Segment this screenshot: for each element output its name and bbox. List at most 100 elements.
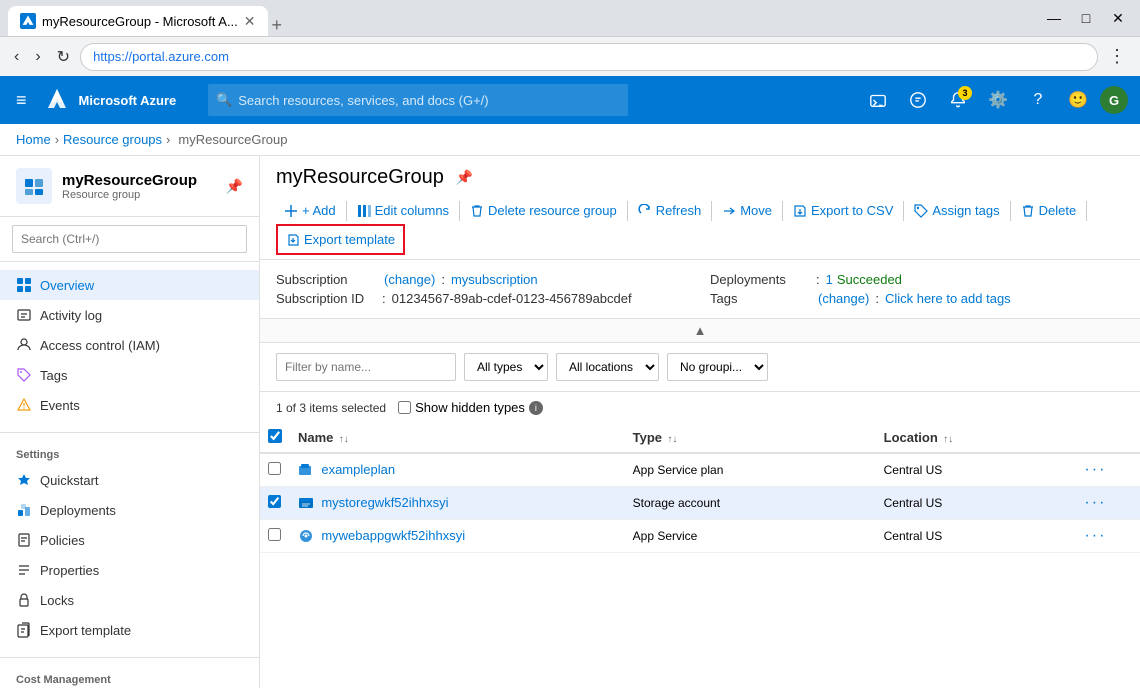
select-all-checkbox[interactable] (268, 429, 282, 443)
hidden-types-info-icon[interactable]: i (529, 401, 543, 415)
close-button[interactable]: ✕ (1104, 4, 1132, 32)
page-title: myResourceGroup (276, 166, 444, 189)
settings-icon[interactable]: ⚙️ (980, 82, 1016, 118)
items-count: 1 of 3 items selected (276, 401, 386, 415)
forward-button[interactable]: › (29, 44, 46, 70)
row1-more-actions[interactable]: ··· (1084, 461, 1106, 478)
tags-label: Tags (710, 291, 810, 306)
type-filter-select[interactable]: All types (464, 353, 548, 381)
sidebar-item-locks[interactable]: Locks (0, 585, 259, 615)
sidebar-search-input[interactable] (12, 225, 247, 253)
deployments-count[interactable]: 1 (826, 272, 833, 287)
name-column-header: Name ↑↓ (290, 423, 625, 453)
sidebar-tags-label: Tags (40, 368, 67, 383)
browser-menu-button[interactable]: ⋮ (1102, 42, 1132, 71)
tab-close-btn[interactable]: ✕ (244, 13, 256, 30)
search-input[interactable] (208, 84, 628, 116)
topbar-icons: 3 ⚙️ ? 🙂 G (860, 82, 1128, 118)
location-filter-select[interactable]: All locations (556, 353, 659, 381)
sidebar-item-events[interactable]: Events (0, 390, 259, 420)
new-tab-button[interactable]: + (268, 15, 287, 36)
tags-change[interactable]: (change) (818, 291, 869, 306)
pin-button[interactable]: 📌 (456, 169, 473, 186)
resource-info-section: Subscription (change) : mysubscription D… (260, 260, 1140, 319)
subscription-id-value: 01234567-89ab-cdef-0123-456789abcdef (392, 291, 632, 306)
sidebar-item-policies[interactable]: Policies (0, 525, 259, 555)
row1-name-link[interactable]: exampleplan (321, 462, 395, 477)
show-hidden-checkbox[interactable] (398, 401, 411, 414)
sidebar-item-activity-log[interactable]: Activity log (0, 300, 259, 330)
feedback-icon[interactable] (900, 82, 936, 118)
cloud-shell-icon[interactable] (860, 82, 896, 118)
name-sort-icon[interactable]: ↑↓ (339, 434, 349, 445)
assign-tags-button[interactable]: Assign tags (906, 197, 1007, 224)
activity-log-icon (16, 307, 32, 323)
row3-checkbox[interactable] (268, 528, 281, 541)
row3-more-actions[interactable]: ··· (1084, 527, 1106, 544)
refresh-button[interactable]: ↻ (51, 43, 76, 71)
delete-icon (1021, 204, 1035, 218)
sidebar-item-tags[interactable]: Tags (0, 360, 259, 390)
show-hidden-label[interactable]: Show hidden types i (398, 400, 543, 415)
delete-button[interactable]: Delete (1013, 197, 1085, 224)
topbar-search[interactable]: 🔍 (208, 84, 628, 116)
user-avatar[interactable]: G (1100, 86, 1128, 114)
refresh-button[interactable]: Refresh (630, 197, 710, 224)
sidebar-item-quickstart[interactable]: Quickstart (0, 465, 259, 495)
collapse-section-arrow[interactable]: ▲ (260, 319, 1140, 343)
subscription-value[interactable]: mysubscription (451, 272, 538, 287)
tags-icon (16, 367, 32, 383)
events-icon (16, 397, 32, 413)
sidebar-item-iam[interactable]: Access control (IAM) (0, 330, 259, 360)
row2-name-link[interactable]: mystoregwkf52ihhxsyi (321, 495, 448, 510)
deployments-icon (16, 502, 32, 518)
breadcrumb-home[interactable]: Home (16, 132, 51, 147)
filter-by-name-input[interactable] (276, 353, 456, 381)
locks-icon (16, 592, 32, 608)
browser-tab-active[interactable]: myResourceGroup - Microsoft A... ✕ (8, 6, 268, 36)
sidebar-policies-label: Policies (40, 533, 85, 548)
minimize-button[interactable]: — (1040, 4, 1068, 32)
row2-checkbox[interactable] (268, 495, 281, 508)
feedback-smile-icon[interactable]: 🙂 (1060, 82, 1096, 118)
pin-sidebar-button[interactable]: 📌 (226, 178, 243, 195)
location-sort-icon[interactable]: ↑↓ (943, 434, 953, 445)
subscription-row: Subscription (change) : mysubscription (276, 272, 690, 287)
export-csv-button[interactable]: Export to CSV (785, 197, 901, 224)
sidebar-item-export-template[interactable]: Export template (0, 615, 259, 645)
move-icon (722, 204, 736, 218)
row2-actions-cell: ··· (1076, 487, 1140, 520)
refresh-icon (638, 204, 652, 218)
app-service-plan-icon (298, 462, 314, 478)
help-icon[interactable]: ? (1020, 82, 1056, 118)
header-checkbox-col (260, 423, 290, 453)
subscription-id-row: Subscription ID : 01234567-89ab-cdef-012… (276, 291, 690, 306)
address-bar[interactable] (80, 43, 1098, 71)
delete-rg-button[interactable]: Delete resource group (462, 197, 625, 224)
subscription-change[interactable]: (change) (384, 272, 435, 287)
export-template-button[interactable]: Export template (276, 224, 405, 255)
main-title-row: myResourceGroup 📌 (276, 166, 1124, 189)
add-button[interactable]: + Add (276, 197, 344, 224)
row1-checkbox[interactable] (268, 462, 281, 475)
notifications-icon[interactable]: 3 (940, 82, 976, 118)
sidebar-item-overview[interactable]: Overview (0, 270, 259, 300)
sidebar-item-properties[interactable]: Properties (0, 555, 259, 585)
row2-more-actions[interactable]: ··· (1084, 494, 1106, 511)
toolbar-div-7 (1010, 201, 1011, 221)
actions-column-header (1076, 423, 1140, 453)
edit-columns-button[interactable]: Edit columns (349, 197, 457, 224)
breadcrumb-resource-groups[interactable]: Resource groups (63, 132, 162, 147)
maximize-button[interactable]: □ (1072, 4, 1100, 32)
export-template-icon (16, 622, 32, 638)
toolbar-div-3 (627, 201, 628, 221)
hamburger-menu[interactable]: ≡ (12, 86, 31, 115)
tags-value[interactable]: Click here to add tags (885, 291, 1011, 306)
row3-name-link[interactable]: mywebappgwkf52ihhxsyi (321, 528, 465, 543)
move-button[interactable]: Move (714, 197, 780, 224)
type-sort-icon[interactable]: ↑↓ (667, 434, 677, 445)
notification-badge: 3 (958, 86, 972, 100)
back-button[interactable]: ‹ (8, 44, 25, 70)
grouping-select[interactable]: No groupi... (667, 353, 768, 381)
sidebar-item-deployments[interactable]: Deployments (0, 495, 259, 525)
